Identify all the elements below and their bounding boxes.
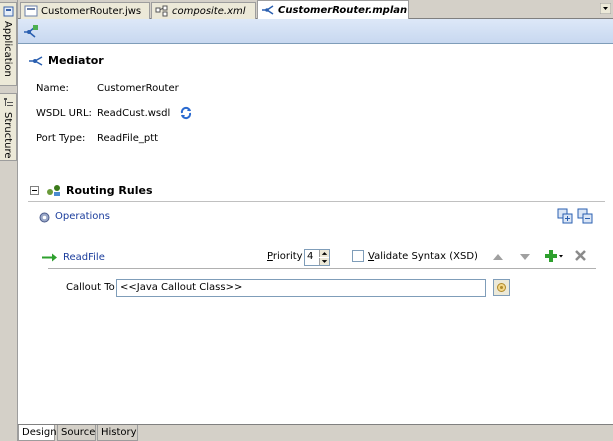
operation-readfile-link[interactable]: ReadFile <box>63 252 105 263</box>
tab-history-label: History <box>101 427 137 438</box>
tab-history[interactable]: History <box>97 425 138 441</box>
wsdl-url-value: ReadCust.wsdl <box>97 108 171 119</box>
tab-source-label: Source <box>61 427 96 438</box>
structure-side-tab[interactable]: Structure <box>0 93 17 161</box>
editor-tab-strip: CustomerRouter.jws composite.xml Custome… <box>18 0 613 19</box>
mediator-icon <box>29 55 43 66</box>
routing-rules-title: Routing Rules <box>66 183 153 197</box>
tab-label: CustomerRouter.jws <box>41 5 142 17</box>
tab-source[interactable]: Source <box>57 425 96 441</box>
validate-syntax-checkbox[interactable] <box>352 250 364 262</box>
add-routing-rule-icon[interactable] <box>23 24 39 40</box>
expand-all-icon[interactable] <box>557 208 573 224</box>
browse-icon <box>497 283 506 292</box>
mediator-title: Mediator <box>48 54 104 67</box>
application-icon <box>3 6 14 17</box>
structure-tab-label: Structure <box>2 112 13 159</box>
tab-customerrouter-jws[interactable]: CustomerRouter.jws <box>20 2 150 19</box>
tab-label: CustomerRouter.mplan <box>278 4 408 16</box>
left-rail: Application Structure <box>0 0 18 441</box>
tab-customerrouter-mplan[interactable]: CustomerRouter.mplan <box>257 0 409 19</box>
priority-label: Priority <box>267 251 303 262</box>
validate-syntax-label: Validate Syntax (XSD) <box>368 251 478 262</box>
composite-icon <box>155 5 168 17</box>
operations-gear-icon <box>39 212 50 223</box>
routing-rules-panel <box>28 201 605 423</box>
structure-icon <box>4 98 13 106</box>
port-type-label: Port Type: <box>36 133 86 144</box>
priority-down-icon[interactable] <box>319 258 329 265</box>
browse-callout-button[interactable] <box>493 279 510 296</box>
wsdl-url-label: WSDL URL: <box>36 108 92 119</box>
editor-toolbar <box>18 19 613 44</box>
collapse-all-icon[interactable] <box>577 208 593 224</box>
routing-arrow-icon <box>42 253 57 262</box>
priority-value: 4 <box>307 251 314 262</box>
mediator-icon <box>262 5 274 15</box>
name-label: Name: <box>36 83 69 94</box>
collapse-icon[interactable] <box>30 185 39 195</box>
application-tab-label: Application <box>2 21 13 77</box>
callout-to-label: Callout To <box>66 282 115 293</box>
tab-list-dropdown-icon[interactable] <box>600 3 611 14</box>
move-down-icon[interactable] <box>519 252 531 261</box>
operations-label: Operations <box>55 211 110 222</box>
name-value: CustomerRouter <box>97 83 179 94</box>
priority-spinner[interactable]: 4 <box>304 249 330 266</box>
routing-rules-icon <box>47 185 60 196</box>
tab-composite-xml[interactable]: composite.xml <box>151 2 256 19</box>
callout-to-field[interactable]: <<Java Callout Class>> <box>116 279 486 297</box>
port-type-value: ReadFile_ptt <box>97 133 159 144</box>
operation-divider <box>48 268 596 269</box>
refresh-wsdl-icon[interactable] <box>179 106 193 120</box>
add-dropdown-icon[interactable] <box>544 249 564 263</box>
editor-view-tabs: Design Source History <box>18 424 613 441</box>
tab-design[interactable]: Design <box>18 425 57 441</box>
tab-label: composite.xml <box>172 5 246 17</box>
project-file-icon <box>24 5 38 17</box>
delete-icon[interactable] <box>574 249 587 262</box>
tab-design-label: Design <box>22 427 57 438</box>
move-up-icon[interactable] <box>492 252 504 261</box>
application-side-tab[interactable]: Application <box>0 2 17 86</box>
priority-up-icon[interactable] <box>319 250 329 257</box>
mediator-section-header: Mediator <box>28 54 104 67</box>
routing-rules-header[interactable]: Routing Rules <box>30 183 153 197</box>
mediator-editor: Mediator Name: CustomerRouter WSDL URL: … <box>18 44 613 424</box>
